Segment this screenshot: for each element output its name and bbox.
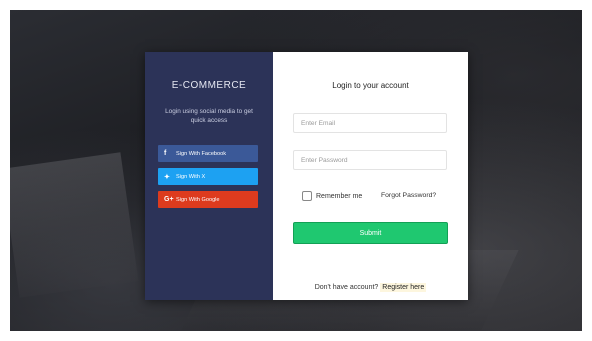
social-subtitle: Login using social media to get quick ac…: [165, 108, 253, 124]
password-input[interactable]: [293, 150, 447, 170]
x-login-label: Sign With X: [176, 173, 206, 180]
email-input[interactable]: [293, 113, 447, 133]
x-login-button[interactable]: ✦ Sign With X: [158, 168, 258, 185]
bird-icon: ✦: [164, 173, 170, 181]
submit-button[interactable]: Submit: [293, 222, 448, 244]
facebook-login-button[interactable]: f Sign With Facebook: [158, 145, 258, 162]
facebook-icon: f: [164, 150, 167, 157]
register-link[interactable]: Register here: [380, 283, 427, 292]
social-login-panel: E-COMMERCE Login using social media to g…: [145, 52, 273, 300]
register-prompt: Don't have account?: [314, 284, 379, 291]
brand-title: E-COMMERCE: [171, 80, 247, 91]
forgot-password-link[interactable]: Forgot Password?: [381, 192, 436, 199]
remember-me-row: Remember me: [302, 191, 362, 201]
login-card: E-COMMERCE Login using social media to g…: [145, 52, 468, 300]
social-buttons: f Sign With Facebook ✦ Sign With X G+ Si…: [145, 145, 273, 208]
google-login-label: Sign With Google: [176, 196, 220, 203]
login-title: Login to your account: [332, 81, 409, 90]
remember-me-checkbox[interactable]: [302, 191, 312, 201]
google-plus-icon: G+: [164, 196, 174, 203]
login-form-panel: Login to your account Remember me Forgot…: [273, 52, 468, 300]
facebook-login-label: Sign With Facebook: [176, 150, 227, 157]
register-row: Don't have account? Register here: [273, 283, 468, 292]
background-notebook: [10, 152, 139, 298]
google-login-button[interactable]: G+ Sign With Google: [158, 191, 258, 208]
remember-me-label: Remember me: [316, 192, 363, 200]
